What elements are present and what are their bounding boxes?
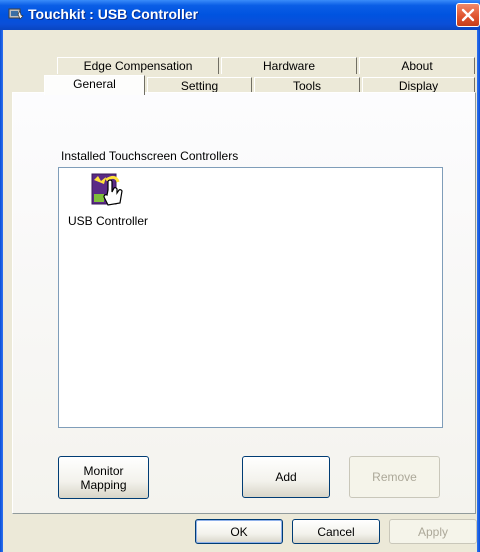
usb-controller-label: USB Controller [67,214,149,228]
title-bar[interactable]: Touchkit : USB Controller [0,0,480,30]
dialog-window: Touchkit : USB Controller Edge Compensat… [0,0,480,552]
apply-button[interactable]: Apply [389,519,477,544]
tab-edge-compensation[interactable]: Edge Compensation [57,57,219,74]
touchkit-app-icon [8,7,24,22]
installed-controllers-label: Installed Touchscreen Controllers [61,149,239,163]
close-icon [461,8,475,22]
list-item-usb-controller[interactable]: USB Controller [63,172,153,228]
usb-controller-hand-icon [86,172,130,212]
ok-button[interactable]: OK [195,519,283,544]
window-frame-left [0,30,3,552]
close-button[interactable] [456,3,480,27]
controllers-listbox[interactable]: USB Controller [58,167,443,428]
window-title: Touchkit : USB Controller [28,6,199,22]
tab-general[interactable]: General [44,75,145,95]
monitor-mapping-button[interactable]: Monitor Mapping [58,456,149,499]
remove-button[interactable]: Remove [349,456,440,498]
tab-about[interactable]: About [359,57,475,74]
add-button[interactable]: Add [242,456,330,498]
cancel-button[interactable]: Cancel [292,519,380,544]
tab-hardware[interactable]: Hardware [221,57,357,74]
